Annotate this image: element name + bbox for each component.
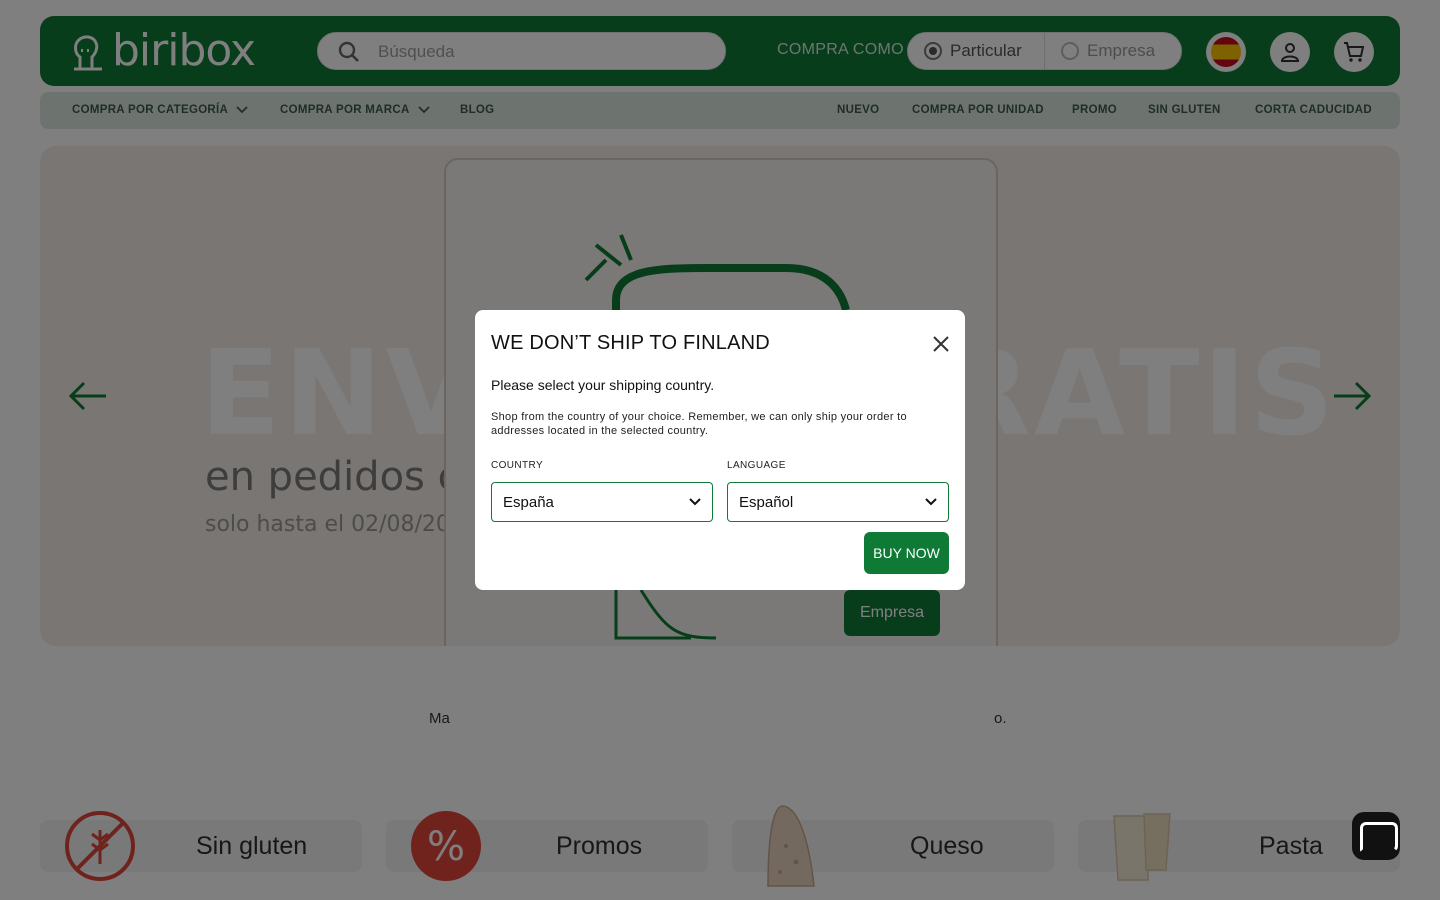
chat-widget-button[interactable]	[1352, 812, 1400, 860]
country-label: COUNTRY	[491, 460, 544, 471]
shipping-country-modal: WE DON’T SHIP TO FINLAND Please select y…	[475, 310, 965, 590]
buy-now-button[interactable]: BUY NOW	[864, 532, 949, 574]
language-select-value: Español	[739, 493, 794, 511]
modal-subtitle: Please select your shipping country.	[491, 377, 715, 393]
country-select-value: España	[503, 493, 554, 511]
language-select[interactable]: Español	[727, 482, 949, 522]
country-select[interactable]: España	[491, 482, 713, 522]
modal-note: Shop from the country of your choice. Re…	[491, 411, 907, 437]
chevron-down-icon	[925, 498, 937, 506]
close-icon[interactable]	[931, 334, 951, 354]
language-label: LANGUAGE	[727, 460, 786, 471]
modal-title: WE DON’T SHIP TO FINLAND	[491, 332, 770, 354]
chevron-down-icon	[689, 498, 701, 506]
